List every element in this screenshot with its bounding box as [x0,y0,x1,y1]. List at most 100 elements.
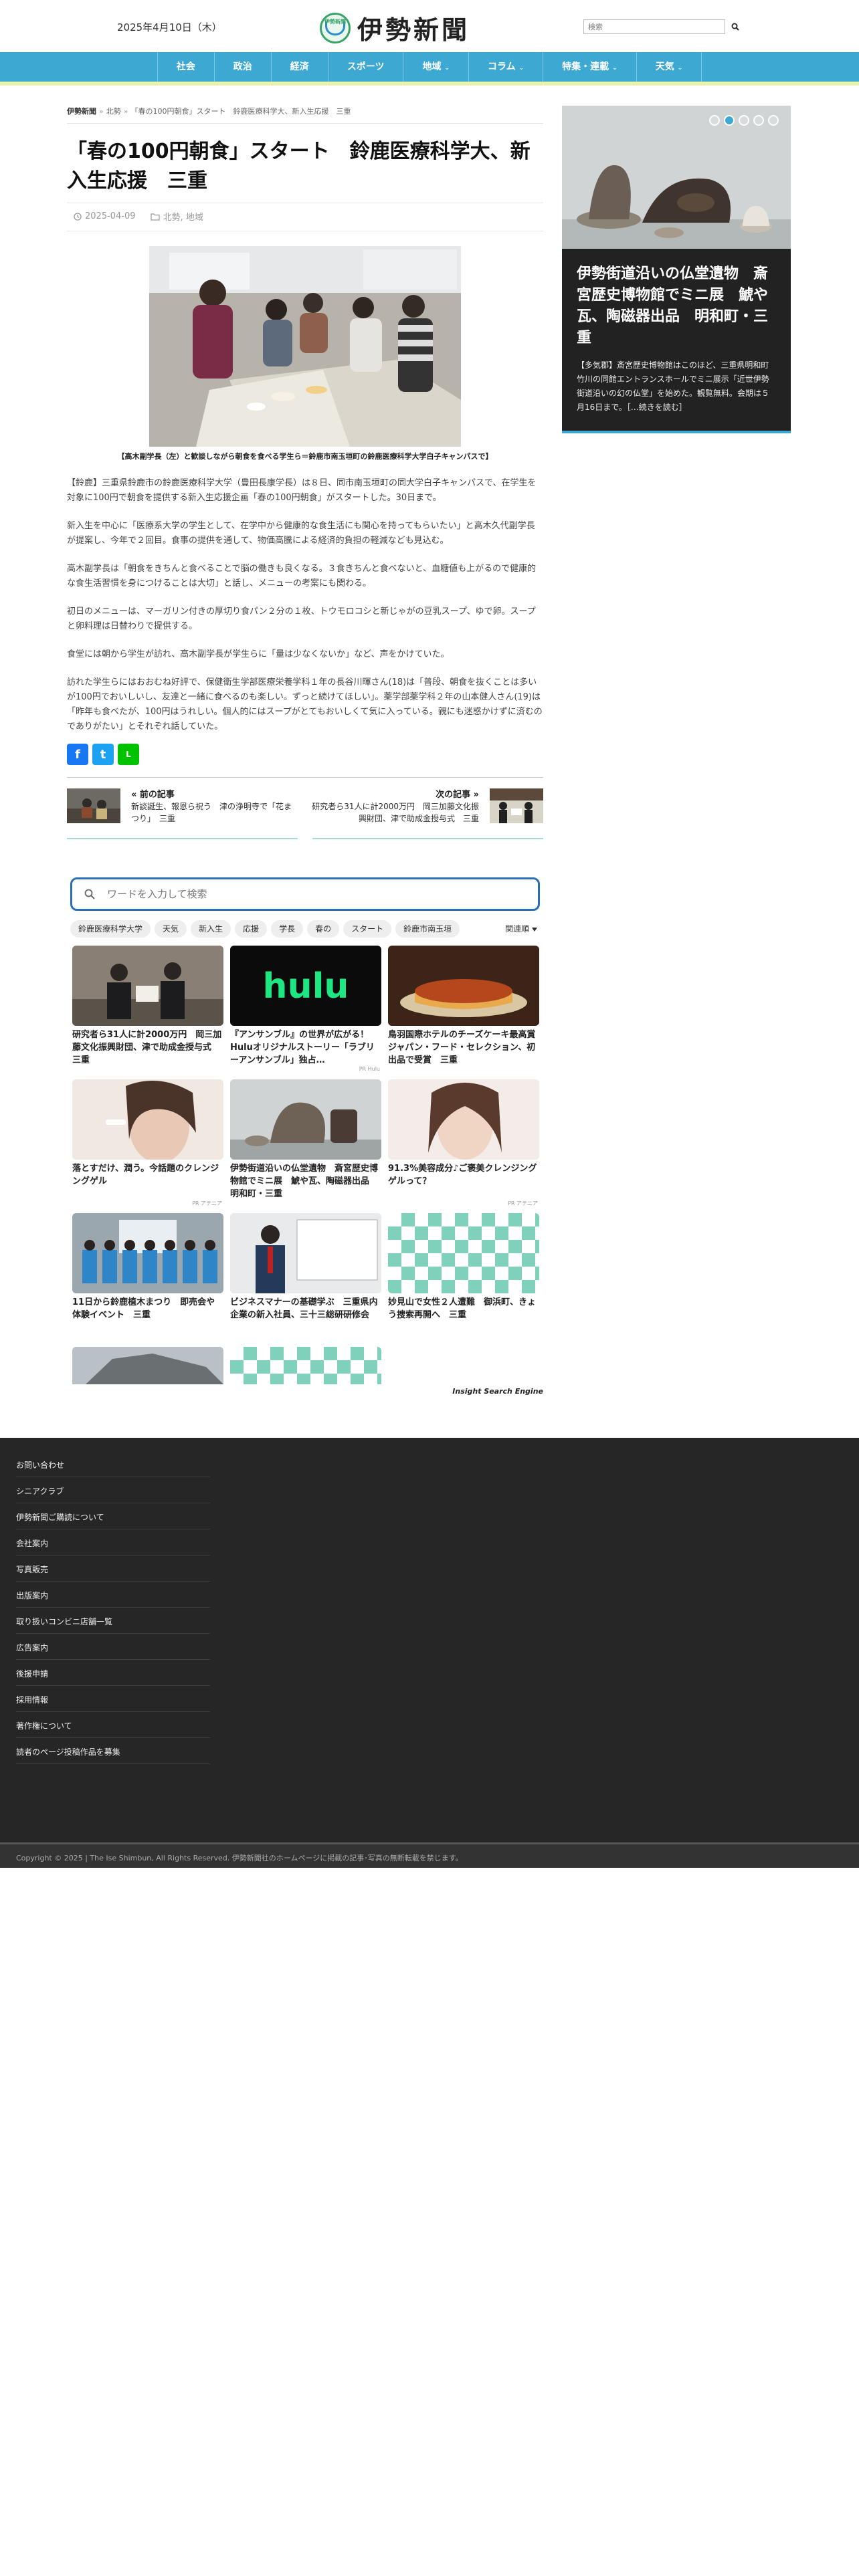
search-button[interactable] [728,19,743,34]
twitter-icon: t [100,747,106,762]
slider-dot[interactable] [709,115,720,126]
footer-link-photo-sales[interactable]: 写真販売 [16,1555,210,1582]
line-share-button[interactable]: L [118,744,139,765]
breadcrumb-separator: » [99,107,104,116]
related-articles-grid: 研究者ら31人に計2000万円 岡三加藤文化振興財団、津で助成金授与式 三重 h… [72,946,540,1384]
nav-label: 地域 [422,62,442,72]
nav-item-weather[interactable]: 天気 ⌄ [637,52,702,82]
breadcrumb-category[interactable]: 北勢 [106,107,121,116]
nav-item-sports[interactable]: スポーツ [328,52,404,82]
footer-link-company[interactable]: 会社案内 [16,1529,210,1555]
keyword-tag[interactable]: 鈴鹿医療科学大学 [70,920,151,938]
main-nav: 社会 政治 経済 スポーツ 地域 ⌄ コラム ⌄ 特集・連載 ⌄ 天気 ⌄ [0,52,859,86]
related-article-card-partial[interactable] [72,1347,223,1384]
sort-select[interactable]: 関連順 [500,920,540,938]
keyword-tag[interactable]: 新入生 [191,920,231,938]
footer-link-contact[interactable]: お問い合わせ [16,1451,210,1477]
footer-link-senior-club[interactable]: シニアクラブ [16,1477,210,1503]
site-logo[interactable]: 伊勢新聞 伊勢新聞 [320,9,470,46]
facebook-icon: f [75,747,80,762]
footer-link-advertising[interactable]: 広告案内 [16,1634,210,1660]
related-article-image [388,946,539,1026]
breadcrumb-home[interactable]: 伊勢新聞 [67,107,96,116]
footer-link-subscription[interactable]: 伊勢新聞ご購読について [16,1503,210,1529]
related-article-card[interactable]: 落とすだけ、潤う。今話題のクレンジングゲル PR アテニア [72,1079,223,1206]
site-footer: お問い合わせ シニアクラブ 伊勢新聞ご購読について 会社案内 写真販売 出版案内… [0,1438,859,1846]
prev-post-label: « 前の記事 [131,790,175,800]
related-search-input[interactable] [107,888,482,900]
slider-dot[interactable] [739,115,749,126]
ad-label: PR Hulu [359,1066,380,1072]
article-categories-text[interactable]: 北勢, 地域 [163,210,203,223]
related-article-title: 研究者ら31人に計2000万円 岡三加藤文化振興財団、津で助成金授与式 三重 [72,1030,222,1065]
slider-dot[interactable] [768,115,779,126]
chevron-down-icon: ⌄ [612,65,617,72]
header-search-input[interactable] [583,19,725,34]
breadcrumb-separator: » [123,107,128,116]
next-post-title: 研究者ら31人に計2000万円 岡三加藤文化振興財団、津で助成金授与式 三重 [312,802,479,823]
header-search [583,19,743,34]
related-article-card[interactable]: 鳥羽国際ホテルのチーズケーキ最高賞 ジャパン・フード・セレクション、初出品で受賞… [388,946,539,1073]
slider-dots [709,115,779,126]
nav-item-economy[interactable]: 経済 [272,52,328,82]
nav-item-society[interactable]: 社会 [157,52,215,82]
footer-link-reader-submissions[interactable]: 読者のページ投稿作品を募集 [16,1738,210,1764]
featured-slider[interactable]: 伊勢街道沿いの仏堂遺物 斎宮歴史博物館でミニ展 鯱や瓦、陶磁器出品 明和町・三重… [562,106,791,433]
featured-slide-title[interactable]: 伊勢街道沿いの仏堂遺物 斎宮歴史博物館でミニ展 鯱や瓦、陶磁器出品 明和町・三重 [562,249,791,349]
breadcrumb: 伊勢新聞» 北勢» 「春の100円朝食」スタート 鈴鹿医療科学大、新入生応援 三重 [67,106,543,124]
related-article-image: hulu [230,946,381,1026]
keyword-tag[interactable]: 鈴鹿市南玉垣 [395,920,460,938]
related-article-title: 妙見山で女性２人遭難 御浜町、きょう捜索再開へ 三重 [388,1297,537,1320]
twitter-share-button[interactable]: t [92,744,114,765]
facebook-share-button[interactable]: f [67,744,88,765]
nav-label: 社会 [176,62,195,72]
related-article-card[interactable]: 91.3%美容成分♪ご褒美クレンジングゲルって？ PR アテニア [388,1079,539,1206]
footer-link-sponsorship[interactable]: 後援申請 [16,1660,210,1686]
article-meta: 2025-04-09 北勢, 地域 [67,203,543,231]
related-article-card[interactable]: hulu 『アンサンブル』の世界が広がる！Huluオリジナルストーリー「ラブリー… [230,946,381,1073]
next-post-link[interactable]: 次の記事 » 研究者ら31人に計2000万円 岡三加藤文化振興財団、津で助成金授… [312,786,543,839]
slider-dot-active[interactable] [724,115,735,126]
keyword-tag[interactable]: 応援 [235,920,268,938]
prev-post-link[interactable]: « 前の記事 新談誕生、報恩ら祝う 津の浄明寺で「花まつり」 三重 [67,786,298,839]
related-article-card[interactable]: 伊勢街道沿いの仏堂遺物 斎宮歴史博物館でミニ展 鯱や瓦、陶磁器出品 明和町・三重 [230,1079,381,1206]
keyword-tag[interactable]: 学長 [271,920,304,938]
article-paragraph: 【鈴鹿】三重県鈴鹿市の鈴鹿医療科学大学（豊田長康学長）は８日、同市南玉垣町の同大… [67,478,537,503]
line-icon: L [126,750,131,759]
related-article-card[interactable]: 11日から鈴鹿植木まつり 即売会や体験イベント 三重 [72,1213,223,1340]
footer-link-recruitment[interactable]: 採用情報 [16,1686,210,1712]
keyword-tag[interactable]: 天気 [155,920,187,938]
keyword-tags: 鈴鹿医療科学大学 天気 新入生 応援 学長 春の スタート 鈴鹿市南玉垣 関連順 [70,920,540,938]
current-date: 2025年4月10日（木） [117,21,222,33]
nav-label: コラム [488,62,516,72]
footer-link-copyright[interactable]: 著作権について [16,1712,210,1738]
next-post-thumbnail [490,788,543,823]
breadcrumb-current: 「春の100円朝食」スタート 鈴鹿医療科学大、新入生応援 三重 [130,107,351,116]
article-date-text: 2025-04-09 [85,211,136,221]
chevron-down-icon: ⌄ [677,65,683,72]
related-article-title: 11日から鈴鹿植木まつり 即売会や体験イベント 三重 [72,1297,215,1320]
footer-link-convenience-stores[interactable]: 取り扱いコンビニ店舗一覧 [16,1608,210,1634]
related-article-card[interactable]: 研究者ら31人に計2000万円 岡三加藤文化振興財団、津で助成金授与式 三重 [72,946,223,1073]
nav-item-column[interactable]: コラム ⌄ [469,52,544,82]
article-paragraph: 高木副学長は「朝食をきちんと食べることで脳の働きも良くなる。３食きちんと食べない… [67,564,537,588]
related-article-card-partial[interactable] [230,1347,381,1384]
keyword-tag[interactable]: スタート [343,920,392,938]
related-article-card[interactable]: ビジネスマナーの基礎学ぶ 三重県内企業の新入社員、三十三総研研修会 [230,1213,381,1340]
keyword-tag[interactable]: 春の [307,920,340,938]
footer-link-publishing[interactable]: 出版案内 [16,1582,210,1608]
featured-slide-image [562,106,791,249]
search-engine-brand[interactable]: Insight Search Engine [67,1387,543,1396]
slider-dot[interactable] [753,115,764,126]
nav-label: 政治 [233,62,252,72]
nav-item-region[interactable]: 地域 ⌄ [403,52,470,82]
related-article-image [230,1079,381,1160]
related-article-image [230,1347,381,1384]
folder-icon [150,213,160,221]
nav-item-politics[interactable]: 政治 [215,52,272,82]
related-article-card[interactable]: 妙見山で女性２人遭難 御浜町、きょう捜索再開へ 三重 [388,1213,539,1340]
copyright-text: Copyright © 2025 | The Ise Shimbun, All … [16,1854,463,1862]
featured-slide-excerpt: 【多気郡】斎宮歴史博物館はこのほど、三重県明和町竹川の同館エントランスホールでミ… [577,360,770,412]
nav-item-features[interactable]: 特集・連載 ⌄ [543,52,637,82]
article-paragraph: 訪れた学生らにはおおむね好評で、保健衛生学部医療栄養学科１年の長谷川暉さん(18… [67,677,543,732]
